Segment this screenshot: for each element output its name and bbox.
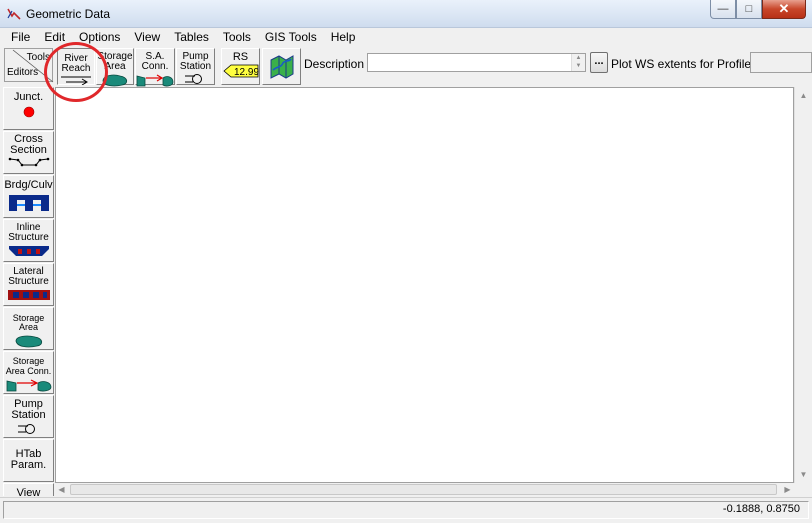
storage-area-conn-icon xyxy=(6,379,51,392)
menu-file[interactable]: File xyxy=(4,28,37,47)
htab-param-button[interactable]: HTab Param. xyxy=(3,439,54,482)
storage-area-palette-icon xyxy=(15,335,42,348)
river-reach-tool-button[interactable]: River Reach xyxy=(57,48,95,85)
scroll-left-icon[interactable]: ◀ xyxy=(55,483,68,496)
description-ellipsis-button[interactable]: ... xyxy=(590,52,608,73)
menu-tables[interactable]: Tables xyxy=(167,28,216,47)
horizontal-scroll-thumb[interactable] xyxy=(70,484,777,495)
rs-tag-icon: 12.99 xyxy=(222,64,259,78)
inline-structure-label-2: Structure xyxy=(8,232,49,243)
map-icon xyxy=(270,55,293,79)
spin-up-icon[interactable]: ▲ xyxy=(572,54,585,62)
storage-area-conn-label-2: Area Conn. xyxy=(5,366,52,376)
scroll-up-icon[interactable]: ▲ xyxy=(795,87,812,104)
cross-section-tool-button[interactable]: Cross Section xyxy=(3,131,54,174)
view-label: View xyxy=(16,487,41,497)
pump-station-tool-button[interactable]: Pump Station xyxy=(176,48,215,85)
lateral-structure-tool-button[interactable]: Lateral Structure xyxy=(3,263,54,306)
junction-label: Junct. xyxy=(13,91,44,103)
junction-dot-icon xyxy=(23,106,34,118)
rs-value: 12.99 xyxy=(234,67,259,78)
storage-area-tool-button[interactable]: Storage Area xyxy=(96,48,134,87)
plot-ws-profile-select[interactable] xyxy=(750,52,812,73)
menu-options[interactable]: Options xyxy=(72,28,127,47)
close-button[interactable]: ✕ xyxy=(762,0,806,19)
lateral-structure-label-2: Structure xyxy=(8,276,49,287)
storage-area-conn-palette-button[interactable]: Storage Area Conn. xyxy=(3,351,54,394)
cursor-coordinates: -0.1888, 0.8750 xyxy=(722,503,800,515)
menu-bar: File Edit Options View Tables Tools GIS … xyxy=(0,28,812,47)
pump-station-tool-label-2: Station xyxy=(179,61,212,72)
lateral-structure-icon xyxy=(7,290,50,300)
pump-station-palette-icon xyxy=(17,424,35,434)
maximize-button[interactable]: □ xyxy=(736,0,762,19)
menu-tools[interactable]: Tools xyxy=(216,28,258,47)
htab-label-2: Param. xyxy=(10,459,47,471)
storage-area-palette-button[interactable]: Storage Area xyxy=(3,307,54,350)
sa-conn-tool-button[interactable]: S.A. Conn. xyxy=(135,48,175,87)
junction-tool-button[interactable]: Junct. xyxy=(3,87,54,130)
bridge-icon xyxy=(8,195,49,211)
toolbar: Tools Editors River Reach Storage Area S… xyxy=(0,47,812,87)
tools-editors-header: Tools Editors xyxy=(4,48,54,83)
horizontal-scrollbar[interactable]: ◀ ▶ xyxy=(55,483,794,496)
description-input[interactable] xyxy=(367,53,586,72)
bridge-culvert-label: Brdg/Culv xyxy=(4,179,53,191)
close-icon: ✕ xyxy=(778,1,790,16)
bridge-culvert-tool-button[interactable]: Brdg/Culv xyxy=(3,175,54,218)
menu-help[interactable]: Help xyxy=(324,28,363,47)
sa-conn-icon xyxy=(136,74,174,87)
pump-icon xyxy=(184,74,202,84)
description-label: Description : xyxy=(304,57,371,71)
inline-structure-icon xyxy=(8,246,49,256)
minimize-button[interactable]: — xyxy=(710,0,736,19)
window-controls: — □ ✕ xyxy=(710,0,806,19)
river-reach-arrow-icon xyxy=(61,76,91,85)
map-tool-button[interactable] xyxy=(262,48,301,85)
pump-station-palette-button[interactable]: Pump Station xyxy=(3,395,54,438)
cross-section-profile-icon xyxy=(8,157,49,167)
storage-area-conn-label-1: Storage xyxy=(12,356,45,366)
description-spinner[interactable]: ▲ ▼ xyxy=(571,54,585,71)
scroll-down-icon[interactable]: ▼ xyxy=(795,466,812,483)
menu-edit[interactable]: Edit xyxy=(37,28,72,47)
view-palette-button[interactable]: View xyxy=(3,483,54,496)
cross-section-label-2: Section xyxy=(10,144,47,156)
editor-palette: Junct. Cross Section Brdg/Culv Inline St… xyxy=(3,87,54,496)
status-bar: -0.1888, 0.8750 xyxy=(0,497,812,523)
hec-ras-app-icon xyxy=(7,8,21,20)
river-reach-label-2: Reach xyxy=(61,63,91,74)
sa-conn-label-2: Conn. xyxy=(141,61,169,72)
vertical-scrollbar[interactable]: ▲ ▼ xyxy=(794,87,811,483)
storage-area-tool-label-2: Area xyxy=(104,61,126,72)
title-bar: Geometric Data — □ ✕ xyxy=(0,0,812,28)
plot-ws-extents-label: Plot WS extents for Profile: xyxy=(611,57,755,71)
spin-down-icon[interactable]: ▼ xyxy=(572,62,585,70)
status-field xyxy=(3,501,809,519)
pump-station-palette-label-2: Station xyxy=(11,409,46,421)
tools-label: Tools xyxy=(26,52,50,63)
menu-view[interactable]: View xyxy=(127,28,167,47)
window-title: Geometric Data xyxy=(26,7,111,21)
storage-area-icon xyxy=(102,74,128,87)
scroll-right-icon[interactable]: ▶ xyxy=(781,483,794,496)
storage-area-palette-label-2: Area xyxy=(18,322,38,332)
editors-label: Editors xyxy=(7,67,39,78)
schematic-canvas[interactable] xyxy=(55,87,794,483)
rs-label: RS xyxy=(232,51,249,63)
maximize-icon: □ xyxy=(745,3,753,15)
river-station-tool-button[interactable]: RS 12.99 xyxy=(221,48,260,85)
minimize-icon: — xyxy=(717,3,729,15)
inline-structure-tool-button[interactable]: Inline Structure xyxy=(3,219,54,262)
menu-gis-tools[interactable]: GIS Tools xyxy=(258,28,324,47)
